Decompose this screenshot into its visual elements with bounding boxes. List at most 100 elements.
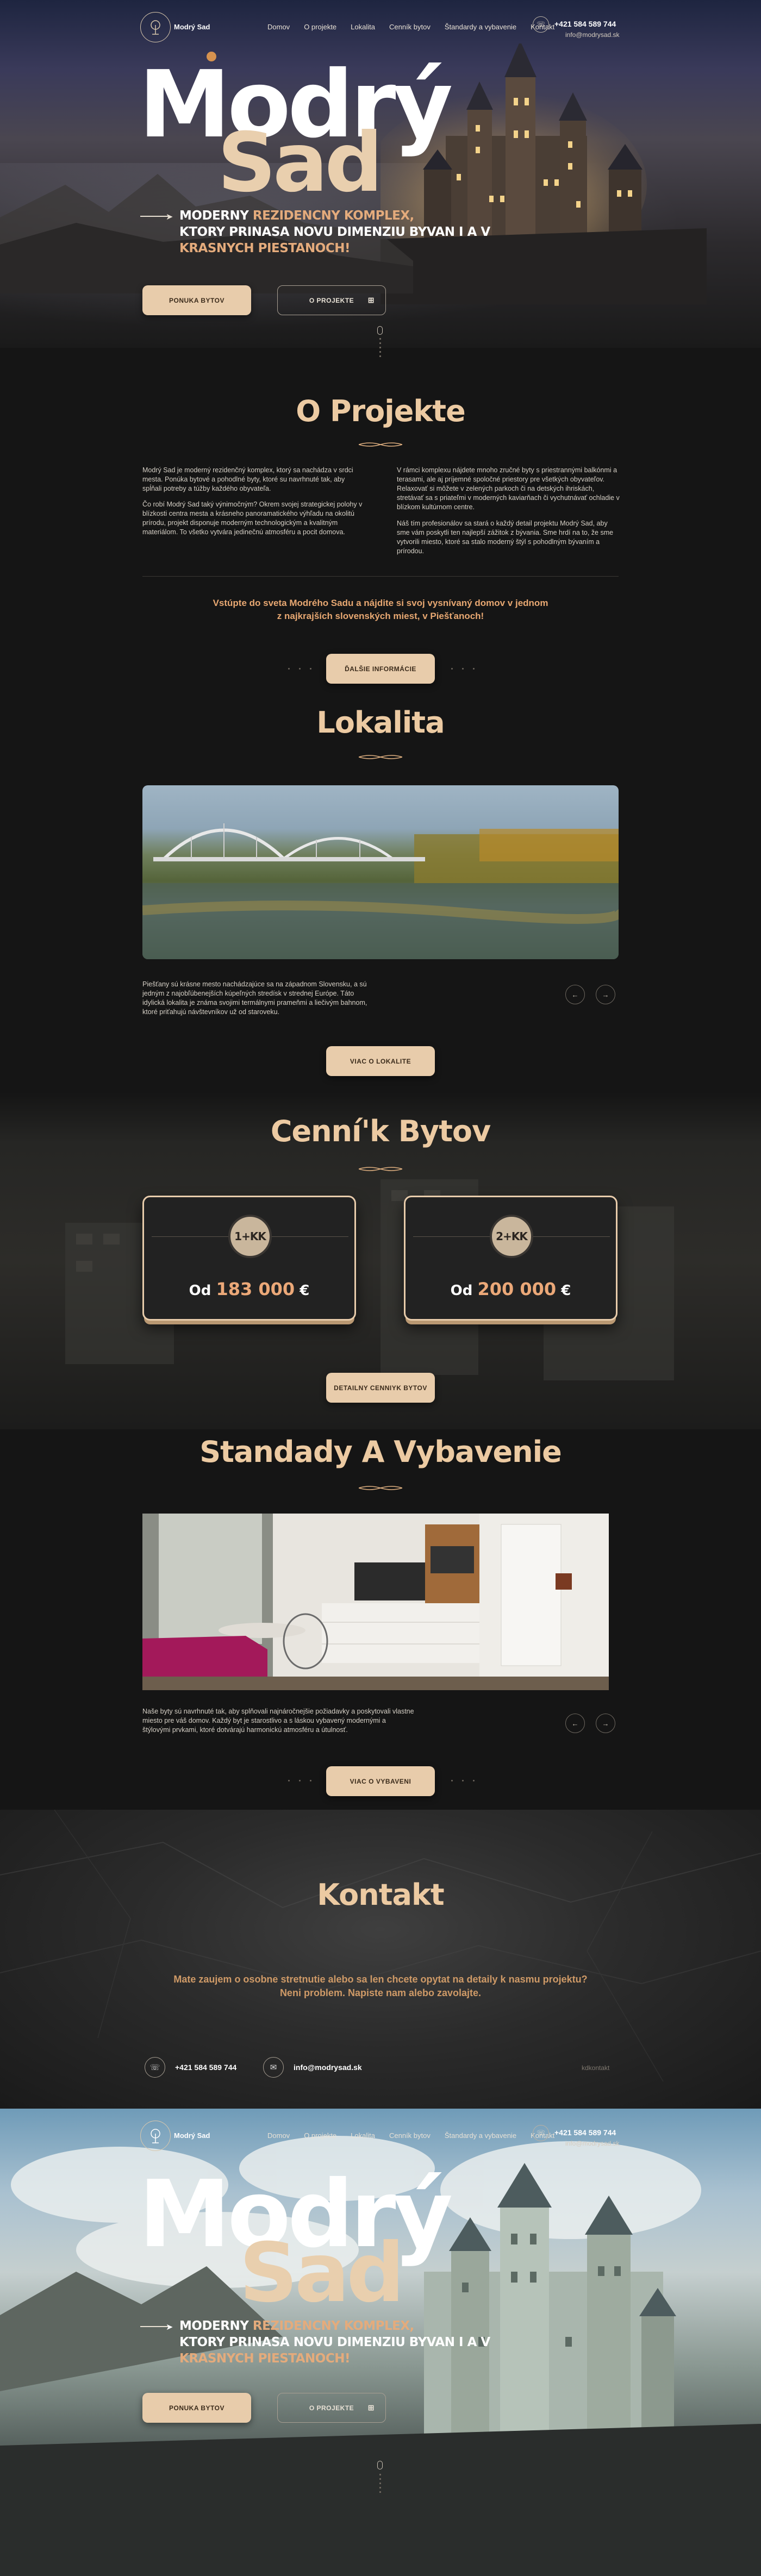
nav-email[interactable]: info@modrysad.sk [565, 31, 620, 39]
menu-item-o-projekte[interactable]: O projekte [304, 2131, 336, 2140]
price-currency: € [295, 1283, 310, 1299]
more-equipment-button[interactable]: VIAC O VYBAVENI [326, 1766, 435, 1796]
contact-title: Kontakt [317, 1878, 444, 1912]
top-nav: Modrý Sad Domov O projekte Lokalita Cenn… [0, 0, 761, 54]
dot [473, 1780, 475, 1781]
contact-text-2: Neni problem. Napiste nam alebo zavolajt… [279, 1987, 482, 1998]
about-paragraph-4: Náš tím profesionálov sa stará o každý d… [397, 520, 614, 555]
brand-name: Modrý Sad [174, 23, 210, 31]
menu-item-cennik[interactable]: Cenník bytov [389, 23, 431, 31]
dot [288, 1780, 290, 1781]
hero-title-line2: Sad [239, 2226, 405, 2321]
price-prefix: Od [189, 1283, 216, 1299]
tagline-part-b: REZIDENCNY KOMPLEX, [252, 2319, 414, 2333]
about-button-label: O PROJEKTE [309, 296, 354, 304]
interior-photo [142, 1514, 609, 1690]
scroll-indicator [379, 338, 381, 360]
prev-arrow-icon[interactable]: ← [565, 1714, 585, 1733]
dot [310, 668, 311, 670]
hero-section: Modrý Sad Domov O projekte Lokalita Cenn… [0, 0, 761, 348]
about-cta-line2: z najkrajších slovenských miest, v Piešť… [277, 611, 484, 621]
standards-title: Standady A Vybavenie [199, 1435, 562, 1469]
menu-item-lokalita[interactable]: Lokalita [351, 23, 375, 31]
next-arrow-icon[interactable]: → [596, 1714, 615, 1733]
contact-phone[interactable]: +421 584 589 744 [175, 2063, 236, 2072]
nav-phone[interactable]: +421 584 589 744 [554, 2128, 616, 2137]
dot [299, 1780, 301, 1781]
ornament-divider [359, 755, 402, 759]
about-button[interactable]: O PROJEKTE ⊞ [277, 2393, 386, 2423]
flat-type-badge: 2+KK [490, 1215, 533, 1258]
menu-item-domov[interactable]: Domov [267, 23, 290, 31]
arrow-right-icon: ➤ [166, 212, 173, 222]
menu-item-o-projekte[interactable]: O projekte [304, 23, 336, 31]
ornament-divider [359, 1486, 402, 1490]
scroll-mouse-icon [377, 2461, 383, 2469]
price-1kk: Od 183 000 € [144, 1279, 354, 1299]
ornament-divider [359, 1167, 402, 1171]
nav-phone[interactable]: +421 584 589 744 [554, 20, 616, 28]
phone-icon[interactable]: ☏ [533, 16, 549, 33]
price-value: 200 000 [477, 1279, 557, 1299]
phone-icon[interactable]: ☏ [533, 2125, 549, 2141]
tagline-part-b: REZIDENCNY KOMPLEX, [252, 209, 414, 223]
next-arrow-icon[interactable]: → [596, 985, 615, 1004]
price-2kk: Od 200 000 € [406, 1279, 616, 1299]
logo[interactable] [140, 12, 171, 42]
day-hero-section: Modrý Sad Domov O projekte Lokalita Cenn… [0, 2109, 761, 2576]
dot [299, 668, 301, 670]
main-menu: Domov O projekte Lokalita Cenník bytov Š… [267, 23, 569, 31]
dot [310, 1780, 311, 1781]
nav-email[interactable]: info@modrysad.sk [565, 2140, 620, 2147]
standards-text: Naše byty sú navrhnuté tak, aby splňoval… [142, 1708, 414, 1734]
more-info-button[interactable]: ĎALŠIE INFORMÁCIE [326, 654, 435, 684]
menu-item-standardy[interactable]: Štandardy a vybavenie [445, 23, 516, 31]
more-location-button[interactable]: VIAC O LOKALITE [326, 1046, 435, 1076]
offer-button[interactable]: PONUKA BYTOV [142, 285, 251, 315]
about-cta-line1: Vstúpte do sveta Modrého Sadu a nájdite … [213, 598, 548, 608]
about-button[interactable]: O PROJEKTE ⊞ [277, 285, 386, 315]
prev-arrow-icon[interactable]: ← [565, 985, 585, 1004]
price-prefix: Od [450, 1283, 478, 1299]
dot [288, 668, 290, 670]
contact-link[interactable]: kdkontakt [582, 2064, 609, 2072]
about-paragraph-2: Čo robí Modrý Sad taký výnimočným? Okrem… [142, 501, 363, 536]
hero-title-line2: Sad [217, 116, 383, 210]
menu-item-domov[interactable]: Domov [267, 2131, 290, 2140]
location-photo [142, 785, 619, 959]
expand-icon: ⊞ [367, 2403, 375, 2412]
about-paragraph-1: Modrý Sad je moderný rezidenčný komplex,… [142, 466, 353, 492]
price-card-1kk[interactable]: 1+KK Od 183 000 € [142, 1196, 356, 1321]
price-currency: € [556, 1283, 571, 1299]
flat-type-badge: 1+KK [228, 1215, 272, 1258]
paper-texture [0, 1810, 761, 2082]
offer-button[interactable]: PONUKA BYTOV [142, 2393, 251, 2423]
dot [473, 668, 475, 670]
about-paragraph-3: V rámci komplexu nájdete mnoho zručné by… [397, 466, 620, 511]
menu-item-lokalita[interactable]: Lokalita [351, 2131, 375, 2140]
logo[interactable] [140, 2121, 171, 2151]
contact-email[interactable]: info@modrysad.sk [294, 2063, 362, 2072]
top-nav-2: Modrý Sad Domov O projekte Lokalita Cenn… [0, 2109, 761, 2163]
dot [451, 1780, 453, 1781]
bridge-illustration [142, 823, 619, 959]
dot [451, 668, 453, 670]
price-value: 183 000 [216, 1279, 295, 1299]
dot [462, 668, 464, 670]
tree-logo-icon [151, 2129, 160, 2143]
arrow-right-icon: ➤ [166, 2323, 173, 2332]
ornament-divider [359, 442, 402, 447]
hero-tagline: MODERNY REZIDENCNY KOMPLEX, KTORY PRINAS… [179, 208, 490, 257]
menu-item-standardy[interactable]: Štandardy a vybavenie [445, 2131, 516, 2140]
location-text: Piešťany sú krásne mesto nachádzajúce sa… [142, 980, 367, 1016]
mail-icon[interactable]: ✉ [263, 2057, 284, 2078]
menu-item-cennik[interactable]: Cenník bytov [389, 2131, 431, 2140]
tagline-part-a: MODERNY [179, 2319, 253, 2333]
brand-name: Modrý Sad [174, 2131, 210, 2140]
price-card-2kk[interactable]: 2+KK Od 200 000 € [404, 1196, 617, 1321]
detailed-pricing-button[interactable]: DETAILNY CENNIYK BYTOV [326, 1373, 435, 1403]
contact-section [0, 1810, 761, 2109]
tagline-part-a: MODERNY [179, 209, 253, 223]
about-title: O Projekte [296, 394, 466, 428]
phone-icon[interactable]: ☏ [145, 2057, 165, 2078]
